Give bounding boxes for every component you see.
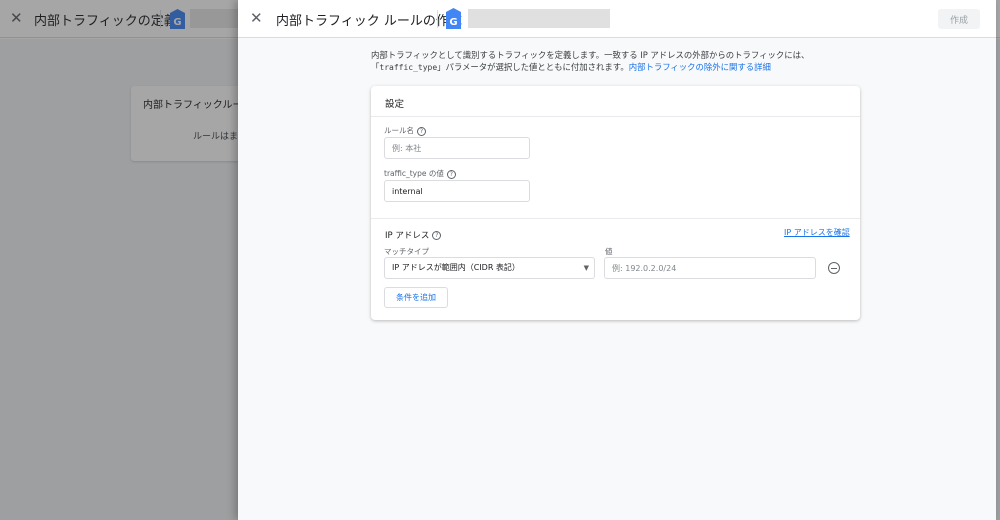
close-icon[interactable]: ✕ (250, 9, 263, 27)
match-type-label: マッチタイプ (384, 247, 429, 256)
description-code: traffic_type (379, 63, 438, 72)
create-rule-drawer: ✕ 内部トラフィック ルールの作成 G 作成 内部トラフィックとして識別するトラ… (238, 0, 996, 520)
card-divider (371, 116, 860, 117)
ip-value-input[interactable] (604, 257, 816, 279)
dropdown-arrow-icon: ▼ (583, 264, 589, 272)
help-icon[interactable]: ? (446, 169, 456, 179)
match-type-select[interactable]: IP アドレスが範囲内（CIDR 表記） ▼ (384, 257, 595, 279)
description-text-2: 」パラメータが選択した値とともに付加されます。 (437, 62, 629, 72)
redacted-property-name (468, 9, 610, 28)
rule-name-input[interactable] (384, 137, 530, 159)
help-icon[interactable]: ? (417, 126, 426, 136)
traffic-type-label: traffic_type の値? (384, 168, 456, 179)
settings-title: 設定 (385, 99, 405, 110)
drawer-header: ✕ 内部トラフィック ルールの作成 G 作成 (238, 0, 996, 38)
match-type-value: IP アドレスが範囲内（CIDR 表記） (392, 263, 520, 272)
value-label: 値 (605, 247, 613, 256)
header-divider (437, 10, 438, 28)
rule-description: 内部トラフィックとして識別するトラフィックを定義します。一致する IP アドレス… (371, 49, 861, 74)
google-analytics-tag-icon: G (446, 8, 461, 29)
settings-card: 設定 ルール名? traffic_type の値? IP アドレス? IP アド… (371, 86, 860, 320)
help-icon[interactable]: ? (432, 231, 442, 240)
ip-address-title: IP アドレス? (385, 229, 442, 241)
create-button[interactable]: 作成 (938, 9, 980, 29)
traffic-type-input[interactable] (384, 180, 530, 202)
add-condition-button[interactable]: 条件を追加 (384, 287, 448, 308)
learn-more-link[interactable]: 内部トラフィックの除外に関する詳細 (629, 62, 771, 72)
check-ip-address-link[interactable]: IP アドレスを確認 (784, 227, 850, 238)
remove-circle-icon[interactable] (828, 262, 840, 274)
drawer-title: 内部トラフィック ルールの作成 (276, 14, 462, 29)
section-divider (371, 218, 860, 219)
rule-name-label: ルール名? (384, 125, 426, 136)
svg-text:G: G (449, 17, 457, 28)
